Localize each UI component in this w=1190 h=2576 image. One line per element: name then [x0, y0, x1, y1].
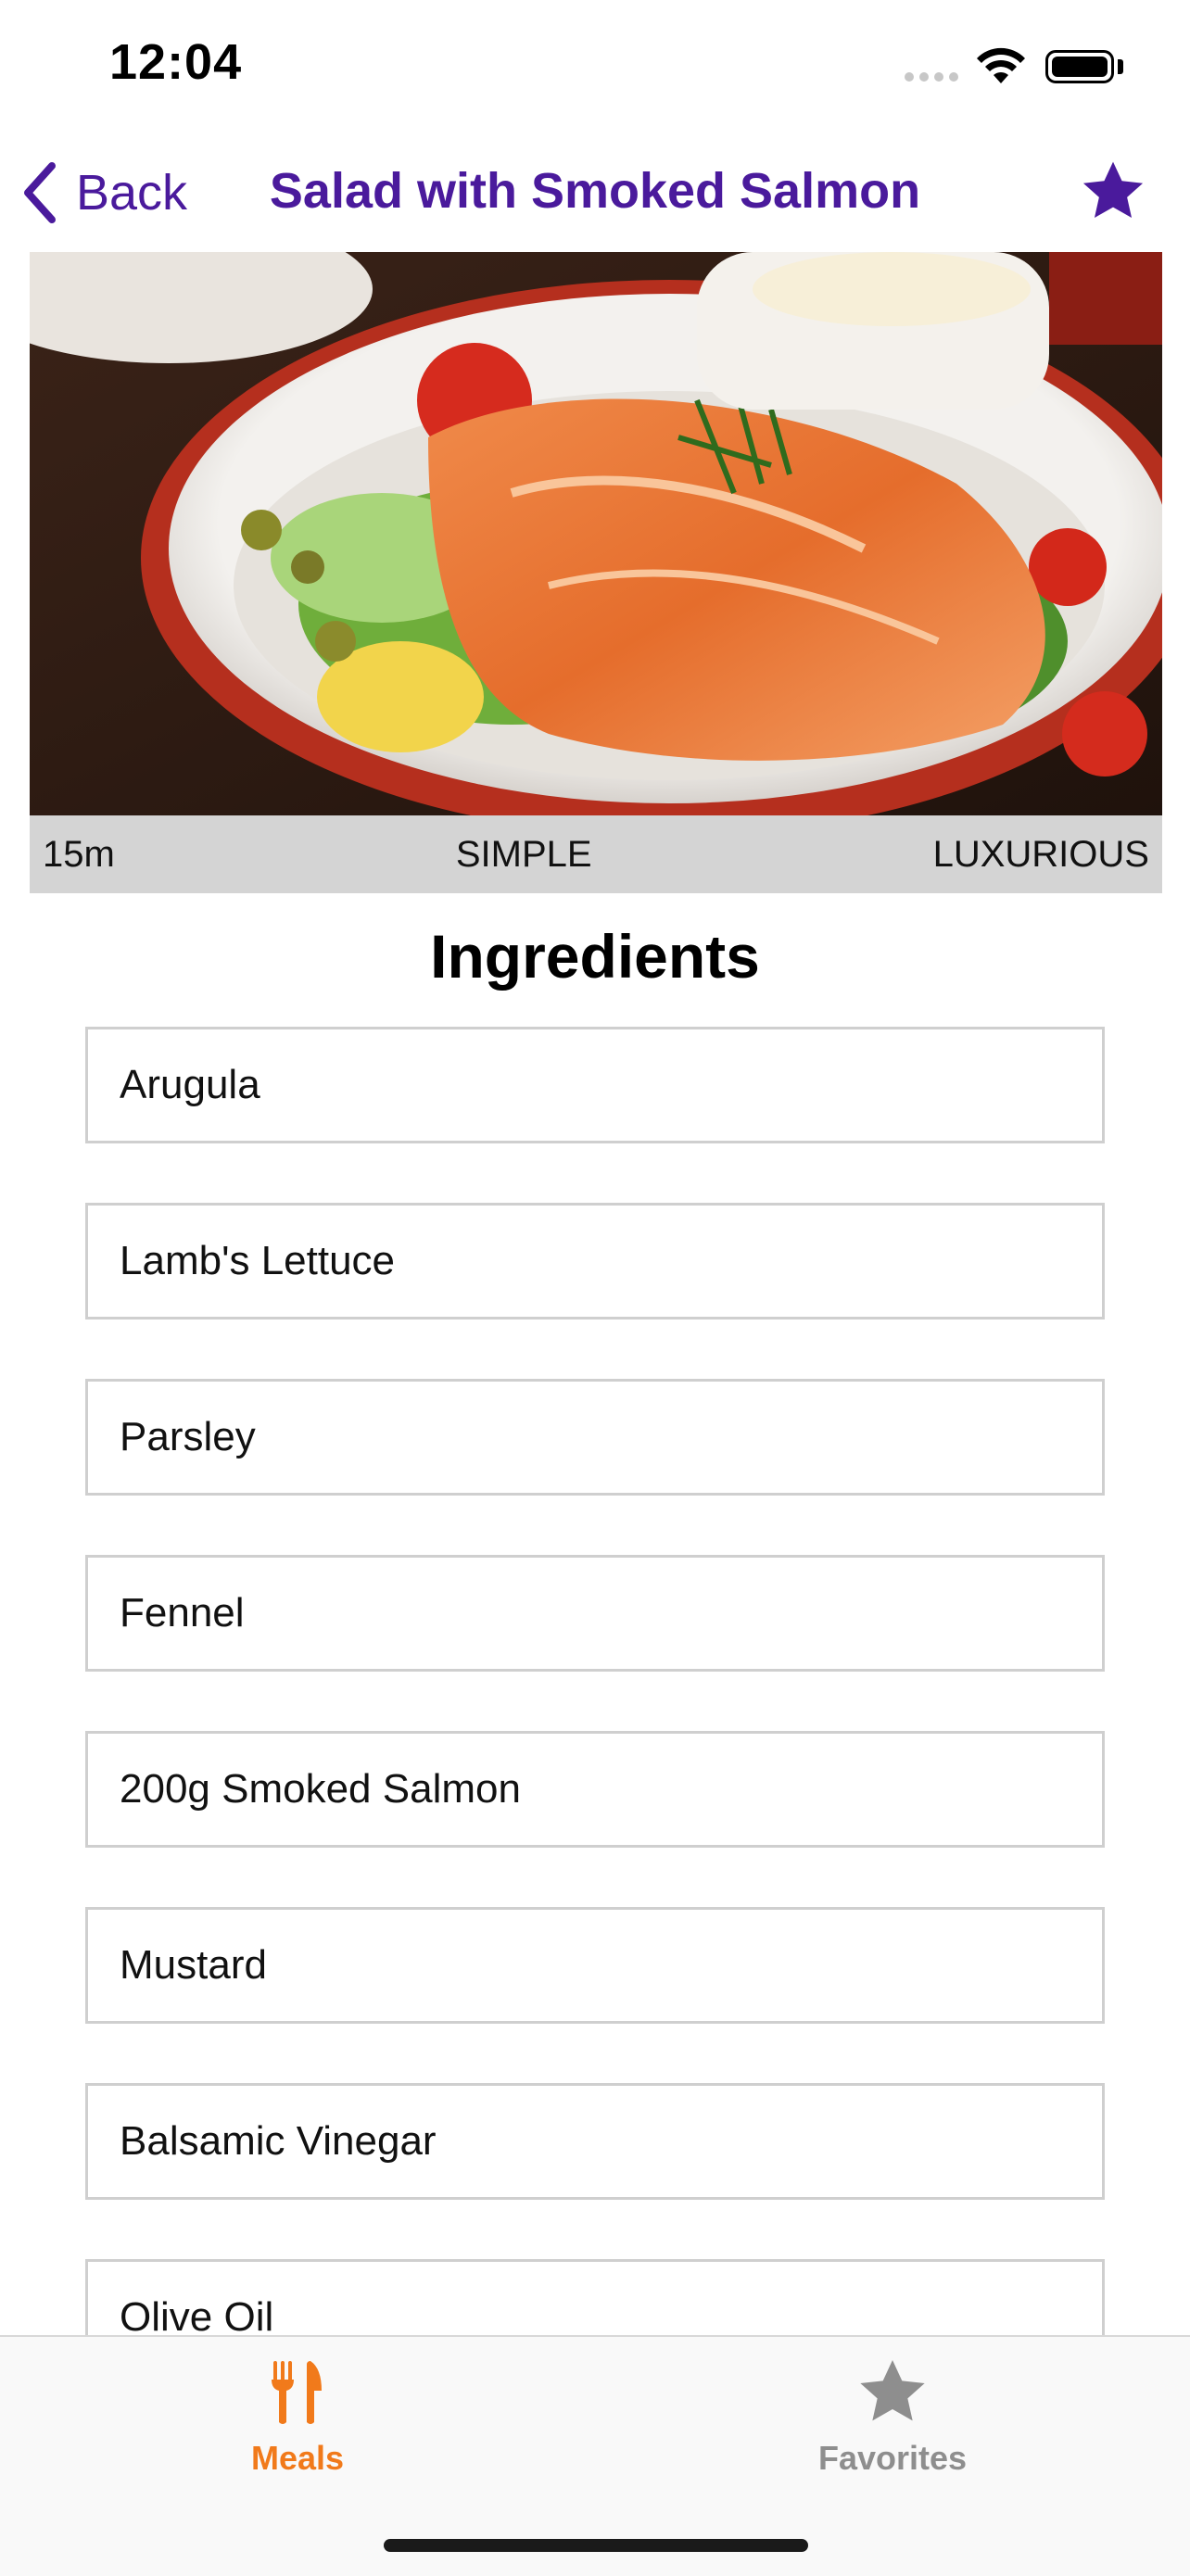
navigation-bar: Back Salad with Smoked Salmon — [0, 130, 1190, 250]
ingredient-list: Arugula Lamb's Lettuce Parsley Fennel 20… — [85, 1027, 1105, 2335]
meal-affordability: LUXURIOUS — [932, 833, 1149, 875]
battery-icon — [1045, 50, 1114, 83]
page-title: Salad with Smoked Salmon — [269, 163, 921, 219]
tab-meals-label: Meals — [250, 2439, 345, 2477]
ingredient-item: Balsamic Vinegar — [85, 2083, 1105, 2200]
meal-meta-row: 15m SIMPLE LUXURIOUS — [30, 815, 1162, 893]
status-time: 12:04 — [109, 34, 243, 90]
star-icon[interactable] — [1079, 158, 1147, 226]
tab-favorites[interactable]: Favorites — [595, 2337, 1190, 2504]
wifi-icon — [977, 47, 1025, 83]
fork-knife-icon — [272, 2361, 322, 2424]
ingredient-item: Parsley — [85, 1379, 1105, 1496]
meal-detail-content[interactable]: 15m SIMPLE LUXURIOUS Ingredients Arugula… — [0, 250, 1190, 2335]
home-indicator — [384, 2539, 808, 2552]
ingredient-item: Fennel — [85, 1555, 1105, 1672]
meal-complexity: SIMPLE — [455, 833, 592, 875]
meal-image — [30, 252, 1162, 815]
ingredient-item: Mustard — [85, 1907, 1105, 2024]
ingredient-item: Olive Oil — [85, 2259, 1105, 2335]
tab-meals[interactable]: Meals — [0, 2337, 595, 2504]
ingredient-item: Arugula — [85, 1027, 1105, 1143]
ingredients-title: Ingredients — [430, 922, 760, 991]
star-icon — [860, 2360, 925, 2421]
battery-tip — [1118, 59, 1123, 74]
status-bar: 12:04 — [0, 0, 1190, 130]
ingredient-item: Lamb's Lettuce — [85, 1203, 1105, 1320]
ingredient-item: 200g Smoked Salmon — [85, 1731, 1105, 1848]
meal-duration: 15m — [43, 833, 115, 875]
tab-favorites-label: Favorites — [817, 2439, 968, 2477]
cellular-signal-icon — [905, 72, 960, 82]
